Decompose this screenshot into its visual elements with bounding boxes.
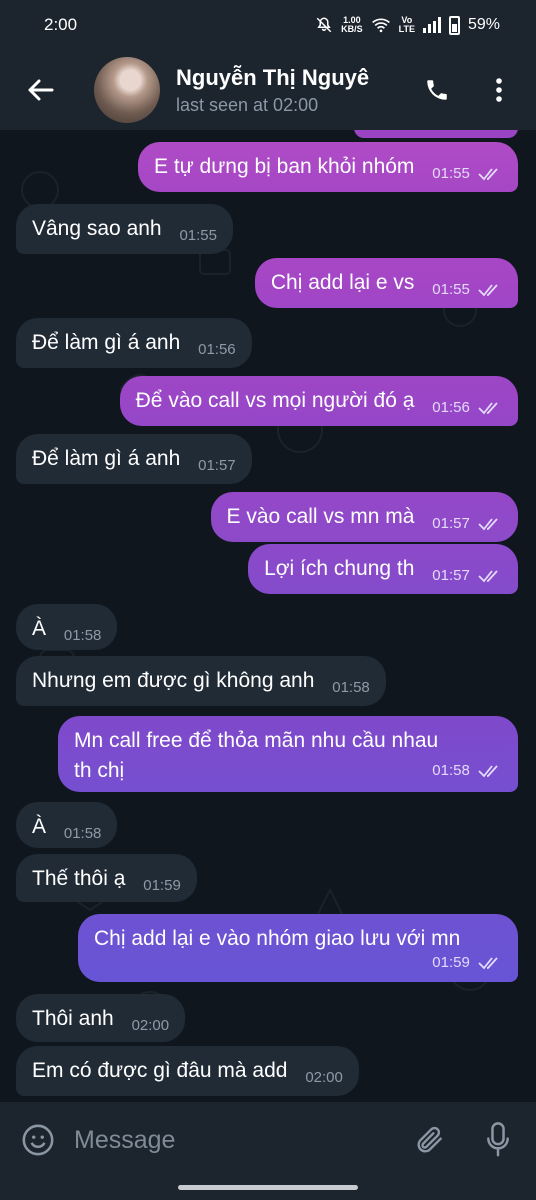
- message-time: 02:00: [305, 1069, 343, 1086]
- message-time: 01:56: [198, 341, 236, 358]
- message-text: Chị add lại e vs: [270, 271, 415, 294]
- message-bubble-outgoing[interactable]: E tự dưng bị ban khỏi nhóm 01:55: [137, 142, 518, 192]
- more-button[interactable]: [468, 50, 530, 130]
- home-indicator[interactable]: [178, 1185, 358, 1190]
- avatar[interactable]: [94, 57, 160, 123]
- message-time: 01:55: [432, 275, 502, 305]
- chat-header: Nguyễn Thị Nguyê last seen at 02:00: [0, 50, 536, 130]
- mute-icon: [316, 17, 332, 33]
- battery-icon: [448, 15, 460, 35]
- message-time: 01:58: [332, 679, 370, 696]
- message-bubble-outgoing[interactable]: E vào call vs mn mà 01:57: [210, 492, 518, 542]
- double-check-icon: [478, 402, 498, 415]
- voice-button[interactable]: [478, 1118, 518, 1162]
- paperclip-icon: [417, 1126, 442, 1153]
- chat-info[interactable]: Nguyễn Thị Nguyê last seen at 02:00: [176, 65, 406, 116]
- emoji-button[interactable]: [18, 1120, 58, 1160]
- message-bubble-incoming[interactable]: Để làm gì á anh 01:57: [16, 434, 252, 484]
- message-list[interactable]: E tự dưng bị ban khỏi nhóm 01:55 Vâng sa…: [0, 130, 536, 1102]
- message-bubble-incoming[interactable]: Em có được gì đâu mà add 02:00: [16, 1046, 359, 1096]
- double-check-icon: [478, 570, 498, 583]
- message-time: 01:57: [432, 561, 502, 591]
- message-bubble-incoming[interactable]: Thôi anh 02:00: [16, 994, 186, 1042]
- message-bubble-outgoing[interactable]: Mn call free để thỏa mãn nhu cầu nhau th…: [58, 716, 518, 792]
- signal-icon: [422, 17, 441, 33]
- message-text: Để làm gì á anh: [32, 331, 181, 354]
- message-bubble-outgoing[interactable]: Để vào call vs mọi người đó ạ 01:56: [119, 376, 518, 426]
- message-text: Em có được gì đâu mà add: [32, 1059, 288, 1082]
- message-text: À: [32, 617, 47, 640]
- message-text: Vâng sao anh: [32, 217, 162, 240]
- phone-icon: [427, 80, 447, 100]
- double-check-icon: [478, 518, 498, 531]
- message-text: E tự dưng bị ban khỏi nhóm: [153, 155, 415, 178]
- wifi-icon: [371, 18, 390, 33]
- message-text: E vào call vs mn mà: [226, 505, 415, 528]
- arrow-left-icon: [28, 79, 54, 101]
- message-time: 01:56: [432, 393, 502, 423]
- message-time: 01:59: [432, 948, 502, 978]
- message-time: 01:58: [63, 825, 102, 842]
- message-bubble-incoming[interactable]: Nhưng em được gì không anh 01:58: [16, 656, 386, 706]
- double-check-icon: [478, 168, 498, 181]
- message-text: Nhưng em được gì không anh: [32, 669, 315, 692]
- last-seen: last seen at 02:00: [176, 94, 319, 115]
- message-time: 01:58: [432, 756, 502, 786]
- message-time: 01:57: [198, 457, 236, 474]
- status-time: 2:00: [44, 15, 78, 34]
- message-bubble-incoming[interactable]: À 01:58: [16, 802, 118, 848]
- attach-button[interactable]: [408, 1118, 452, 1162]
- double-check-icon: [478, 284, 498, 297]
- message-bubble-outgoing[interactable]: Chị add lại e vào nhóm giao lưu với mn 0…: [78, 914, 518, 982]
- message-bubble-outgoing[interactable]: Lợi ích chung th 01:57: [248, 544, 518, 594]
- message-time: 02:00: [131, 1017, 170, 1034]
- message-text: À: [32, 815, 47, 838]
- emoji-icon: [22, 1124, 54, 1156]
- message-text: Thế thôi ạ: [32, 867, 126, 890]
- message-text: Để vào call vs mọi người đó ạ: [135, 389, 415, 412]
- message-bubble-incoming[interactable]: Để làm gì á anh 01:56: [16, 318, 252, 368]
- message-text: Để làm gì á anh: [32, 447, 181, 470]
- status-icons: 1.00 KB/S Vo LTE 59%: [315, 15, 500, 35]
- volte-indicator: Vo LTE: [398, 15, 415, 34]
- message-text: Lợi ích chung th: [264, 557, 415, 580]
- status-bar: 2:00 1.00 KB/S Vo LTE 59%: [0, 0, 536, 50]
- net-speed: 1.00 KB/S: [341, 15, 363, 34]
- call-button[interactable]: [406, 50, 468, 130]
- message-text-line-1: Mn call free để thỏa mãn nhu cầu nhau: [74, 729, 439, 752]
- message-input-bar: Message: [0, 1102, 536, 1200]
- message-bubble-incoming[interactable]: À 01:58: [16, 604, 118, 650]
- message-bubble-outgoing[interactable]: Chị add lại e vs 01:55: [254, 258, 518, 308]
- partial-message-bubble: [354, 130, 518, 138]
- message-bubble-incoming[interactable]: Vâng sao anh 01:55: [16, 204, 233, 254]
- message-input[interactable]: Message: [74, 1126, 408, 1155]
- more-vert-icon: [496, 78, 502, 102]
- back-button[interactable]: [0, 50, 80, 130]
- battery-level: 59%: [467, 16, 500, 33]
- message-time: 01:58: [63, 627, 102, 644]
- message-text: Thôi anh: [32, 1007, 114, 1030]
- double-check-icon: [478, 765, 498, 778]
- message-time: 01:55: [432, 159, 502, 189]
- chat-name: Nguyễn Thị Nguyê: [176, 64, 370, 90]
- message-time: 01:57: [432, 509, 502, 539]
- message-bubble-incoming[interactable]: Thế thôi ạ 01:59: [16, 854, 197, 902]
- message-time: 01:55: [179, 227, 217, 244]
- double-check-icon: [478, 957, 498, 970]
- microphone-icon: [487, 1122, 509, 1157]
- message-time: 01:59: [143, 877, 181, 894]
